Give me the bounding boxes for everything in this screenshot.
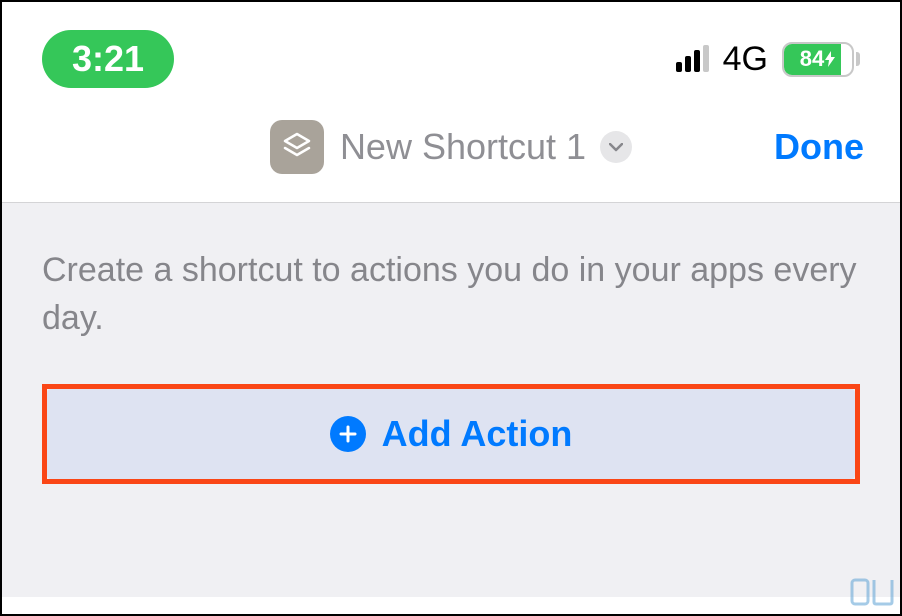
status-right: 4G 84	[676, 40, 860, 79]
time-pill: 3:21	[42, 30, 174, 88]
battery-percent: 84	[800, 46, 824, 72]
header-bar: New Shortcut 1 Done	[2, 98, 900, 203]
battery-indicator: 84	[782, 42, 860, 77]
layers-icon	[280, 130, 314, 164]
done-button[interactable]: Done	[774, 126, 864, 168]
network-type-label: 4G	[723, 40, 768, 79]
add-action-button[interactable]: Add Action	[47, 389, 855, 479]
plus-circle-icon	[330, 416, 366, 452]
add-action-label: Add Action	[382, 413, 573, 455]
content-area: Create a shortcut to actions you do in y…	[2, 203, 900, 597]
shortcut-name-label[interactable]: New Shortcut 1	[340, 126, 586, 168]
add-action-highlight: Add Action	[42, 384, 860, 484]
cellular-signal-icon	[676, 46, 709, 72]
status-bar: 3:21 4G 84	[2, 2, 900, 98]
shortcuts-app-icon[interactable]	[270, 120, 324, 174]
instruction-text: Create a shortcut to actions you do in y…	[42, 247, 860, 342]
watermark-logo	[850, 574, 896, 610]
time-text: 3:21	[72, 38, 144, 79]
chevron-down-icon	[609, 143, 623, 152]
charging-bolt-icon	[825, 51, 836, 67]
shortcut-menu-button[interactable]	[600, 131, 632, 163]
